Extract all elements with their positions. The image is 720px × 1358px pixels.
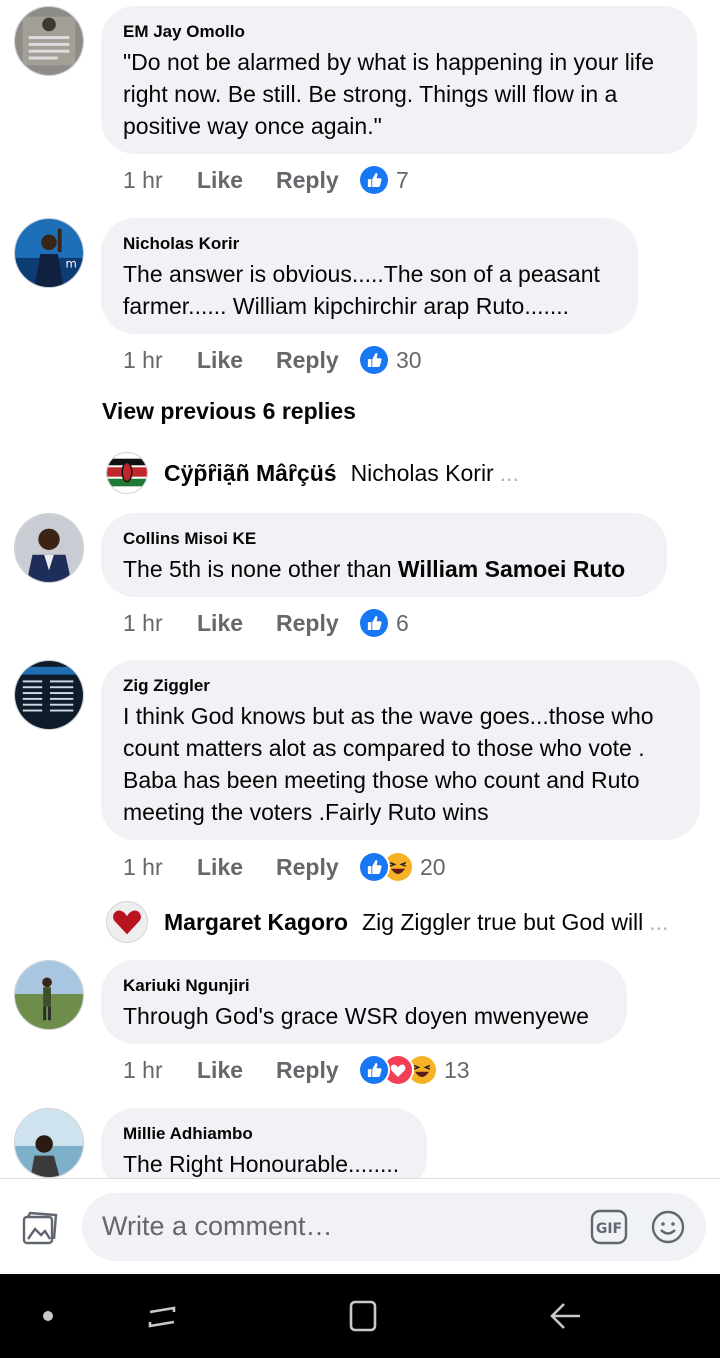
like-button[interactable]: Like (197, 1057, 276, 1084)
gif-label: GIF (596, 1221, 622, 1237)
comment-bubble[interactable]: EM Jay Omollo "Do not be alarmed by what… (101, 6, 697, 154)
comment-actions: 1 hr Like Reply 6 (123, 607, 409, 639)
like-icon (358, 851, 390, 883)
reaction-summary[interactable]: 13 (358, 1054, 470, 1086)
comment-time[interactable]: 1 hr (123, 610, 197, 637)
reply-button[interactable]: Reply (276, 610, 358, 637)
recents-icon[interactable] (140, 1294, 184, 1338)
like-icon (358, 164, 390, 196)
comment-input[interactable]: Write a comment… GIF (82, 1193, 706, 1261)
comment-actions: 1 hr Like Reply 13 (123, 1054, 470, 1086)
comment-text: The Right Honourable........ (123, 1151, 400, 1177)
gif-icon[interactable]: GIF (590, 1209, 628, 1245)
avatar[interactable]: m (14, 218, 84, 288)
reaction-count: 7 (396, 166, 409, 193)
like-icon (358, 344, 390, 376)
reaction-count: 20 (420, 853, 446, 880)
avatar (106, 901, 148, 943)
reply-button[interactable]: Reply (276, 1057, 358, 1084)
like-button[interactable]: Like (197, 610, 276, 637)
comment-bubble[interactable]: Collins Misoi KE The 5th is none other t… (101, 513, 667, 597)
avatar[interactable] (14, 1108, 84, 1178)
reply-button[interactable]: Reply (276, 854, 358, 881)
reaction-count: 13 (444, 1056, 470, 1083)
comment-composer: Write a comment… GIF (0, 1178, 720, 1275)
emoji-icon[interactable] (650, 1209, 686, 1245)
like-icon (358, 607, 390, 639)
comment-actions: 1 hr Like Reply 20 (123, 851, 446, 883)
avatar[interactable] (14, 960, 84, 1030)
comment-time[interactable]: 1 hr (123, 167, 197, 194)
comment-actions: 1 hr Like Reply 7 (123, 164, 409, 196)
reply-author[interactable]: Margaret Kagoro (164, 909, 348, 936)
system-navigation-bar (0, 1274, 720, 1358)
comment-text: "Do not be alarmed by what is happening … (123, 49, 655, 139)
reply-button[interactable]: Reply (276, 167, 358, 194)
reaction-summary[interactable]: 20 (358, 851, 446, 883)
avatar (106, 452, 148, 494)
comment-time[interactable]: 1 hr (123, 347, 197, 374)
reply-ellipsis: ... (499, 459, 519, 486)
reply-preview[interactable]: Cÿp̃ȓiạ̃ñ Mâȓçüś Nicholas Korir ... (106, 451, 519, 495)
like-button[interactable]: Like (197, 167, 276, 194)
comment-bubble[interactable]: Kariuki Ngunjiri Through God's grace WSR… (101, 960, 627, 1044)
comment-author[interactable]: Kariuki Ngunjiri (123, 976, 605, 996)
reply-button[interactable]: Reply (276, 347, 358, 374)
comment-author[interactable]: Collins Misoi KE (123, 529, 645, 549)
avatar[interactable] (14, 660, 84, 730)
view-previous-replies[interactable]: View previous 6 replies (102, 398, 356, 425)
comment-text: Through God's grace WSR doyen mwenyewe (123, 1003, 589, 1029)
comment-placeholder: Write a comment… (102, 1211, 333, 1241)
comment-author[interactable]: Nicholas Korir (123, 234, 616, 254)
home-dot-icon[interactable] (26, 1294, 70, 1338)
reaction-count: 30 (396, 346, 422, 373)
comment-bubble[interactable]: Nicholas Korir The answer is obvious....… (101, 218, 638, 334)
like-button[interactable]: Like (197, 347, 276, 374)
like-button[interactable]: Like (197, 854, 276, 881)
comment-bubble[interactable]: Zig Ziggler I think God knows but as the… (101, 660, 700, 840)
comment-text: The answer is obvious.....The son of a p… (123, 261, 600, 319)
reply-text: Zig Ziggler true but God will (362, 908, 644, 935)
photo-icon[interactable] (20, 1209, 60, 1249)
avatar[interactable] (14, 513, 84, 583)
comment-time[interactable]: 1 hr (123, 854, 197, 881)
comment-text: I think God knows but as the wave goes..… (123, 703, 654, 825)
back-icon[interactable] (544, 1294, 588, 1338)
reply-preview[interactable]: Margaret Kagoro Zig Ziggler true but God… (106, 900, 668, 944)
like-icon (358, 1054, 390, 1086)
reaction-summary[interactable]: 30 (358, 344, 422, 376)
comment-author[interactable]: Zig Ziggler (123, 676, 678, 696)
avatar[interactable] (14, 6, 84, 76)
comment-time[interactable]: 1 hr (123, 1057, 197, 1084)
reaction-count: 6 (396, 609, 409, 636)
reaction-summary[interactable]: 7 (358, 164, 409, 196)
reply-author[interactable]: Cÿp̃ȓiạ̃ñ Mâȓçüś (164, 460, 337, 487)
svg-text:m: m (66, 257, 77, 271)
comment-text: The 5th is none other than William Samoe… (123, 556, 626, 582)
reply-ellipsis: ... (649, 908, 669, 935)
home-icon[interactable] (341, 1294, 385, 1338)
reply-text: Nicholas Korir (350, 459, 494, 486)
comment-actions: 1 hr Like Reply 30 (123, 344, 422, 376)
reaction-summary[interactable]: 6 (358, 607, 409, 639)
comment-author[interactable]: EM Jay Omollo (123, 22, 675, 42)
comment-author[interactable]: Millie Adhiambo (123, 1124, 405, 1144)
